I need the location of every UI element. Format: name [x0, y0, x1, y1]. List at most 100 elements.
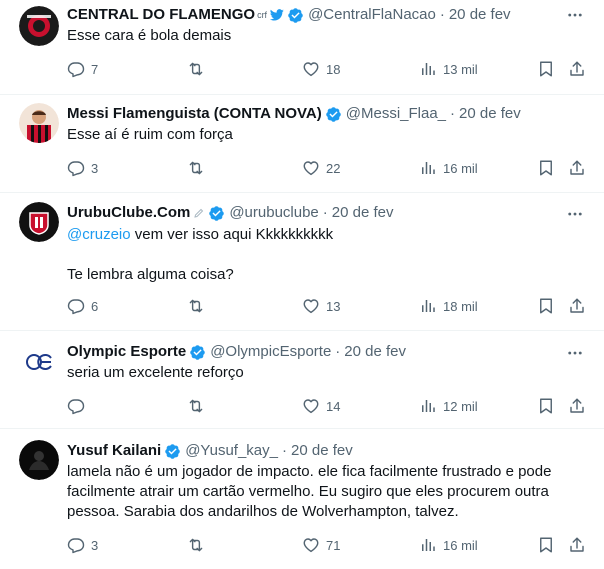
bookmark-button[interactable] [537, 396, 555, 416]
share-button[interactable] [568, 158, 586, 178]
views-icon [419, 60, 437, 78]
avatar[interactable] [19, 342, 59, 382]
author-name[interactable]: CENTRAL DO FLAMENGO [67, 5, 255, 25]
bookmark-button[interactable] [537, 158, 555, 178]
views-count: 16 mil [443, 537, 478, 553]
tweet[interactable]: CENTRAL DO FLAMENGO crf @CentralFlaNacao… [0, 0, 604, 95]
avatar[interactable] [19, 202, 59, 242]
separator-dot: · [450, 105, 456, 122]
reply-button[interactable]: 6 [67, 296, 98, 316]
more-options-icon[interactable] [566, 344, 584, 362]
retweet-icon [187, 536, 205, 554]
avatar[interactable] [19, 103, 59, 143]
tweet-time[interactable]: 20 de fev [459, 104, 521, 124]
like-icon [302, 397, 320, 415]
like-icon [302, 536, 320, 554]
tweet-time[interactable]: 20 de fev [332, 203, 394, 223]
like-button[interactable]: 13 [302, 296, 340, 316]
bookmark-button[interactable] [537, 296, 555, 316]
retweet-button[interactable] [187, 296, 205, 316]
tweet-text-line: lamela não é um jogador de impacto. ele … [67, 463, 552, 480]
like-count: 22 [326, 160, 341, 176]
views-button[interactable]: 16 mil [419, 158, 478, 178]
reply-count: 3 [91, 160, 99, 176]
reply-button[interactable] [67, 396, 85, 416]
retweet-icon [187, 297, 205, 315]
reply-button[interactable]: 3 [67, 158, 98, 178]
tweet-text-line: @cruzeio vem ver isso aqui Kkkkkkkkkk [67, 225, 587, 245]
tweet-time[interactable]: 20 de fev [291, 441, 353, 461]
retweet-button[interactable] [187, 59, 205, 79]
views-icon [419, 297, 437, 315]
bookmark-icon [537, 536, 555, 554]
views-icon [419, 159, 437, 177]
author-name[interactable]: Yusuf Kailani [67, 441, 161, 461]
author-handle[interactable]: @OlympicEsporte [210, 342, 331, 362]
author-handle[interactable]: @Messi_Flaa_ [346, 104, 446, 124]
more-options-icon[interactable] [566, 6, 584, 24]
retweet-button[interactable] [187, 396, 205, 416]
reply-icon [67, 536, 85, 554]
tweet[interactable]: Messi Flamenguista (CONTA NOVA) @Messi_F… [0, 95, 604, 193]
verified-badge-icon [325, 106, 342, 123]
tweet-time[interactable]: 20 de fev [344, 342, 406, 362]
reply-icon [67, 159, 85, 177]
bookmark-icon [537, 159, 555, 177]
tweet[interactable]: Olympic Esporte @OlympicEsporte · 20 de … [0, 331, 604, 429]
share-button[interactable] [568, 396, 586, 416]
views-button[interactable]: 16 mil [419, 535, 478, 555]
retweet-icon [187, 397, 205, 415]
retweet-button[interactable] [187, 535, 205, 555]
like-button[interactable]: 71 [302, 535, 340, 555]
share-button[interactable] [568, 296, 586, 316]
views-icon [419, 536, 437, 554]
views-button[interactable]: 12 mil [419, 396, 478, 416]
tweet-actions: 6 13 18 mil [67, 296, 587, 316]
like-button[interactable]: 14 [302, 396, 340, 416]
bookmark-icon [537, 397, 555, 415]
author-name[interactable]: Olympic Esporte [67, 342, 186, 362]
bookmark-button[interactable] [537, 59, 555, 79]
author-name[interactable]: UrubuClube.Com [67, 203, 190, 223]
tweet-text-line: facilmente atrair um cartão vermelho. Eu… [67, 483, 549, 500]
share-icon [568, 397, 586, 415]
tweet-text: Esse aí é ruim com força [67, 126, 233, 143]
tweet-text: lamela não é um jogador de impacto. ele … [67, 462, 602, 522]
author-handle[interactable]: @Yusuf_kay_ [185, 441, 278, 461]
tweet-actions: 7 18 13 mil [67, 59, 587, 79]
share-button[interactable] [568, 59, 586, 79]
views-icon [419, 397, 437, 415]
retweet-icon [187, 60, 205, 78]
like-icon [302, 60, 320, 78]
tweet[interactable]: Yusuf Kailani @Yusuf_kay_ · 20 de fev la… [0, 429, 604, 569]
pencil-icon [193, 207, 205, 219]
more-options-icon[interactable] [566, 205, 584, 223]
views-count: 13 mil [443, 61, 478, 77]
like-button[interactable]: 18 [302, 59, 340, 79]
reply-button[interactable]: 3 [67, 535, 98, 555]
views-count: 18 mil [443, 298, 478, 314]
author-handle[interactable]: @urubuclube [229, 203, 318, 223]
bookmark-icon [537, 60, 555, 78]
reply-button[interactable]: 7 [67, 59, 98, 79]
verified-badge-icon [189, 344, 206, 361]
retweet-button[interactable] [187, 158, 205, 178]
author-handle[interactable]: @CentralFlaNacao [308, 5, 436, 25]
twitter-bird-icon [270, 9, 284, 21]
mention-link[interactable]: @cruzeio [67, 226, 131, 243]
views-count: 16 mil [443, 160, 478, 176]
verified-badge-icon [164, 443, 181, 460]
bookmark-button[interactable] [537, 535, 555, 555]
tweet-time[interactable]: 20 de fev [449, 5, 511, 25]
tweet-header: CENTRAL DO FLAMENGO crf @CentralFlaNacao… [67, 5, 558, 25]
like-icon [302, 297, 320, 315]
views-button[interactable]: 13 mil [419, 59, 478, 79]
avatar[interactable] [19, 6, 59, 46]
like-button[interactable]: 22 [302, 158, 340, 178]
share-button[interactable] [568, 535, 586, 555]
avatar[interactable] [19, 440, 59, 480]
tweet[interactable]: UrubuClube.Com @urubuclube · 20 de fev @… [0, 193, 604, 331]
views-button[interactable]: 18 mil [419, 296, 478, 316]
author-name[interactable]: Messi Flamenguista (CONTA NOVA) [67, 104, 322, 124]
verified-badge-icon [287, 7, 304, 24]
